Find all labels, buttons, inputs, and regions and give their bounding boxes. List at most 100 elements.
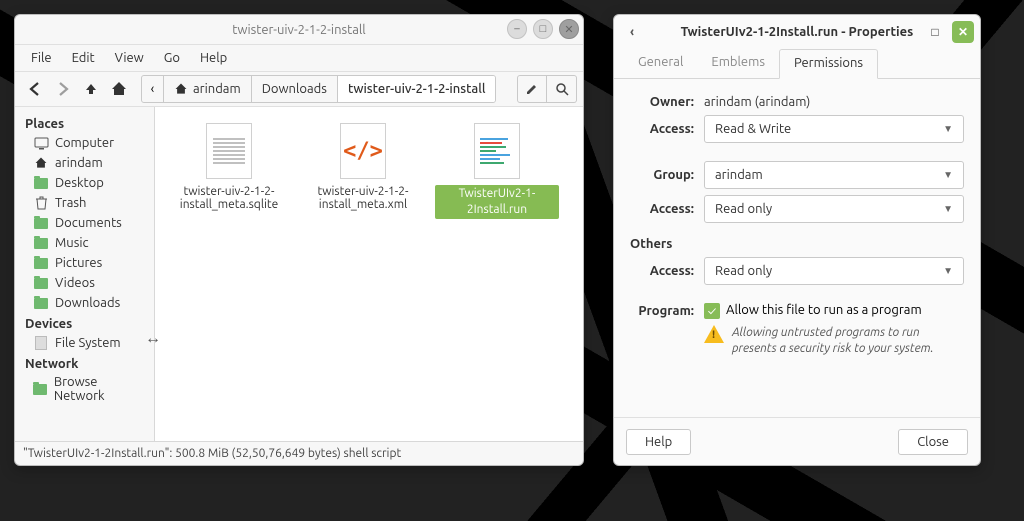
menu-file[interactable]: File [23,49,60,67]
others-section: Others [630,237,964,251]
sidebar-item-filesystem[interactable]: File System [15,333,154,353]
path-segment-label: Downloads [262,82,327,96]
sidebar-item-downloads[interactable]: Downloads [15,293,154,313]
executable-checkbox-label[interactable]: Allow this file to run as a program [726,303,922,317]
file-item-sqlite[interactable]: twister-uiv-2-1-2-install_meta.sqlite [165,119,293,215]
sidebar-head-places: Places [15,113,154,133]
sidebar-head-network: Network [15,353,154,373]
script-icon [474,123,520,179]
sidebar-item-desktop[interactable]: Desktop [15,173,154,193]
sidebar-item-videos[interactable]: Videos [15,273,154,293]
sidebar-item-trash[interactable]: Trash [15,193,154,213]
others-access-label: Access: [630,264,704,278]
props-title: TwisterUIv2-1-2Install.run - Properties [681,25,914,39]
chevron-down-icon: ▼ [943,203,953,215]
folder-icon [33,235,49,251]
toolbar: ‹ arindam Downloads twister-uiv-2-1-2-in… [15,71,583,107]
help-button[interactable]: Help [626,429,691,455]
group-access-select[interactable]: Read only ▼ [704,195,964,223]
maximize-button[interactable]: □ [924,21,946,43]
group-label: Group: [630,168,704,182]
owner-value: arindam (arindam) [704,95,964,109]
close-button[interactable]: ✕ [952,21,974,43]
sidebar: Places Computer arindam Desktop Trash Do… [15,107,155,441]
status-text: "TwisterUIv2-1-2Install.run": 500.8 MiB … [23,447,401,460]
minimize-button[interactable]: – [507,19,527,39]
path-segment-label: arindam [193,82,241,96]
sidebar-item-documents[interactable]: Documents [15,213,154,233]
folder-icon [33,381,48,397]
path-segment-label: twister-uiv-2-1-2-install [348,82,486,96]
fm-titlebar[interactable]: twister-uiv-2-1-2-install – □ ✕ [15,15,583,45]
forward-button[interactable] [49,75,77,103]
back-button[interactable] [21,75,49,103]
tab-emblems[interactable]: Emblems [697,49,779,78]
path-segment-home[interactable]: arindam [164,76,252,102]
sidebar-item-home[interactable]: arindam [15,153,154,173]
menubar: File Edit View Go Help [15,45,583,71]
owner-access-label: Access: [630,122,704,136]
trash-icon [33,195,49,211]
warning-icon [704,325,724,343]
drive-icon [33,335,49,351]
file-item-xml[interactable]: </> twister-uiv-2-1-2-install_meta.xml [299,119,427,215]
statusbar: "TwisterUIv2-1-2Install.run": 500.8 MiB … [15,441,583,465]
menu-help[interactable]: Help [192,49,235,67]
properties-window: ‹ TwisterUIv2-1-2Install.run - Propertie… [613,14,981,466]
sidebar-item-browse-network[interactable]: Browse Network [15,373,154,405]
up-button[interactable] [77,75,105,103]
group-select[interactable]: arindam ▼ [704,161,964,189]
group-access-label: Access: [630,202,704,216]
close-button[interactable]: ✕ [559,19,579,39]
owner-label: Owner: [630,95,704,109]
file-manager-window: twister-uiv-2-1-2-install – □ ✕ File Edi… [14,14,584,466]
back-button[interactable]: ‹ [622,22,642,42]
menu-go[interactable]: Go [156,49,188,67]
tab-permissions[interactable]: Permissions [779,49,878,79]
fm-window-title: twister-uiv-2-1-2-install [232,23,365,37]
warning-row: Allowing untrusted programs to run prese… [704,325,964,357]
sidebar-head-devices: Devices [15,313,154,333]
edit-path-button[interactable] [517,75,547,103]
menu-view[interactable]: View [107,49,152,67]
permissions-form: Owner: arindam (arindam) Access: Read & … [614,79,980,417]
menu-edit[interactable]: Edit [64,49,103,67]
path-segment-downloads[interactable]: Downloads [252,76,338,102]
file-name: twister-uiv-2-1-2-install_meta.xml [301,185,425,211]
folder-icon [33,295,49,311]
home-button[interactable] [105,75,133,103]
document-icon [206,123,252,179]
executable-checkbox[interactable]: ✓ [704,303,720,319]
path-prev-button[interactable]: ‹ [142,76,164,102]
chevron-down-icon: ▼ [943,265,953,277]
pane-resize-handle[interactable]: ↔ [145,329,161,348]
warning-text: Allowing untrusted programs to run prese… [732,325,964,357]
tab-general[interactable]: General [624,49,697,78]
others-access-select[interactable]: Read only ▼ [704,257,964,285]
pathbar: ‹ arindam Downloads twister-uiv-2-1-2-in… [141,75,496,103]
sidebar-item-music[interactable]: Music [15,233,154,253]
sidebar-item-computer[interactable]: Computer [15,133,154,153]
search-button[interactable] [547,75,577,103]
path-segment-current[interactable]: twister-uiv-2-1-2-install [338,76,496,102]
folder-icon [33,215,49,231]
chevron-down-icon: ▼ [943,123,953,135]
folder-icon [33,275,49,291]
program-label: Program: [630,304,704,318]
chevron-down-icon: ▼ [943,169,953,181]
owner-access-select[interactable]: Read & Write ▼ [704,115,964,143]
close-dialog-button[interactable]: Close [898,429,968,455]
file-name: TwisterUIv2-1-2Install.run [435,185,559,219]
file-view[interactable]: ↔ twister-uiv-2-1-2-install_meta.sqlite … [155,107,583,441]
home-icon [33,155,49,171]
folder-icon [33,255,49,271]
home-icon [174,82,188,96]
props-titlebar[interactable]: ‹ TwisterUIv2-1-2Install.run - Propertie… [614,15,980,49]
folder-icon [33,175,49,191]
dialog-buttons: Help Close [614,417,980,465]
tabs: General Emblems Permissions [614,49,980,79]
maximize-button[interactable]: □ [533,19,553,39]
file-item-run[interactable]: TwisterUIv2-1-2Install.run [433,119,561,223]
monitor-icon [33,135,49,151]
sidebar-item-pictures[interactable]: Pictures [15,253,154,273]
